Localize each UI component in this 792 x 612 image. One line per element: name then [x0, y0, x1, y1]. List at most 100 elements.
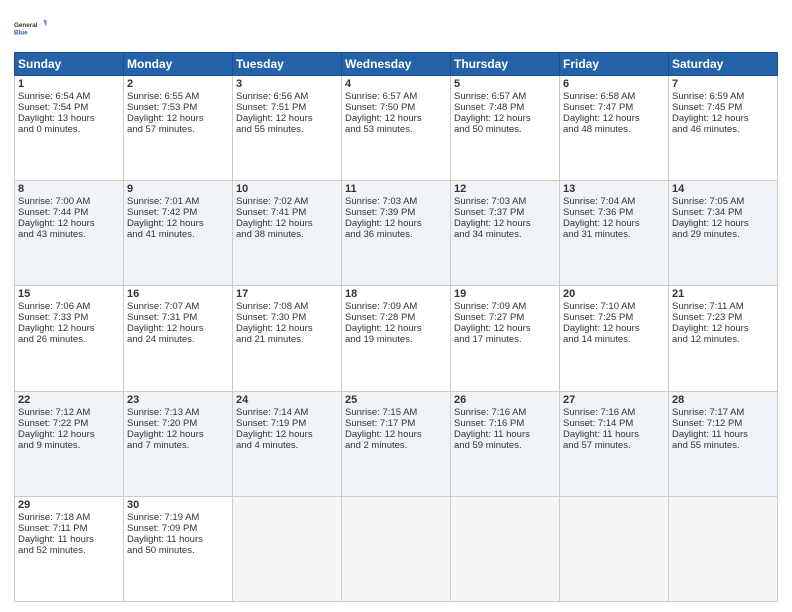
day-info-line: and 57 minutes.	[563, 440, 665, 451]
calendar-cell: 29Sunrise: 7:18 AMSunset: 7:11 PMDayligh…	[15, 496, 124, 601]
day-info-line: Sunset: 7:31 PM	[127, 312, 229, 323]
col-header-sunday: Sunday	[15, 53, 124, 76]
col-header-wednesday: Wednesday	[342, 53, 451, 76]
day-info-line: Sunset: 7:09 PM	[127, 523, 229, 534]
day-info-line: Daylight: 12 hours	[18, 323, 120, 334]
day-info-line: Sunrise: 7:02 AM	[236, 196, 338, 207]
day-number: 14	[672, 183, 774, 195]
day-info-line: Sunrise: 7:12 AM	[18, 407, 120, 418]
svg-text:General: General	[14, 22, 38, 29]
calendar-cell: 27Sunrise: 7:16 AMSunset: 7:14 PMDayligh…	[560, 391, 669, 496]
day-info-line: Sunset: 7:27 PM	[454, 312, 556, 323]
day-info-line: Sunset: 7:45 PM	[672, 102, 774, 113]
calendar-cell: 6Sunrise: 6:58 AMSunset: 7:47 PMDaylight…	[560, 76, 669, 181]
calendar-cell	[560, 496, 669, 601]
day-info-line: Sunset: 7:41 PM	[236, 207, 338, 218]
day-info-line: Sunrise: 6:58 AM	[563, 91, 665, 102]
day-info-line: Sunrise: 7:11 AM	[672, 301, 774, 312]
day-info-line: Daylight: 12 hours	[345, 323, 447, 334]
calendar-cell: 30Sunrise: 7:19 AMSunset: 7:09 PMDayligh…	[124, 496, 233, 601]
day-number: 13	[563, 183, 665, 195]
day-number: 20	[563, 288, 665, 300]
day-info-line: Daylight: 12 hours	[563, 113, 665, 124]
day-number: 10	[236, 183, 338, 195]
day-info-line: and 31 minutes.	[563, 229, 665, 240]
day-info-line: Sunset: 7:37 PM	[454, 207, 556, 218]
calendar-cell: 18Sunrise: 7:09 AMSunset: 7:28 PMDayligh…	[342, 286, 451, 391]
day-info-line: Daylight: 12 hours	[672, 113, 774, 124]
day-number: 5	[454, 78, 556, 90]
calendar-cell: 28Sunrise: 7:17 AMSunset: 7:12 PMDayligh…	[669, 391, 778, 496]
day-info-line: Daylight: 12 hours	[454, 113, 556, 124]
day-info-line: Sunrise: 7:01 AM	[127, 196, 229, 207]
logo: GeneralBlue	[14, 10, 50, 46]
day-number: 6	[563, 78, 665, 90]
day-info-line: and 48 minutes.	[563, 124, 665, 135]
day-info-line: Daylight: 12 hours	[563, 323, 665, 334]
col-header-monday: Monday	[124, 53, 233, 76]
day-info-line: and 46 minutes.	[672, 124, 774, 135]
calendar-cell: 10Sunrise: 7:02 AMSunset: 7:41 PMDayligh…	[233, 181, 342, 286]
day-info-line: Sunset: 7:12 PM	[672, 418, 774, 429]
day-info-line: Daylight: 12 hours	[345, 218, 447, 229]
col-header-friday: Friday	[560, 53, 669, 76]
day-info-line: Sunset: 7:39 PM	[345, 207, 447, 218]
day-info-line: Sunrise: 7:09 AM	[454, 301, 556, 312]
day-info-line: and 29 minutes.	[672, 229, 774, 240]
day-info-line: Daylight: 12 hours	[672, 323, 774, 334]
day-info-line: Sunset: 7:47 PM	[563, 102, 665, 113]
day-info-line: and 52 minutes.	[18, 545, 120, 556]
day-number: 4	[345, 78, 447, 90]
day-info-line: Sunrise: 6:56 AM	[236, 91, 338, 102]
day-info-line: Sunrise: 7:14 AM	[236, 407, 338, 418]
day-info-line: and 21 minutes.	[236, 334, 338, 345]
day-info-line: Sunrise: 6:55 AM	[127, 91, 229, 102]
calendar-cell: 16Sunrise: 7:07 AMSunset: 7:31 PMDayligh…	[124, 286, 233, 391]
day-info-line: Daylight: 11 hours	[454, 429, 556, 440]
day-number: 11	[345, 183, 447, 195]
day-number: 1	[18, 78, 120, 90]
day-info-line: Daylight: 12 hours	[127, 113, 229, 124]
day-info-line: Sunrise: 7:16 AM	[563, 407, 665, 418]
day-info-line: Daylight: 12 hours	[454, 218, 556, 229]
calendar-cell: 15Sunrise: 7:06 AMSunset: 7:33 PMDayligh…	[15, 286, 124, 391]
calendar-cell	[342, 496, 451, 601]
svg-text:Blue: Blue	[14, 29, 28, 36]
calendar-cell: 12Sunrise: 7:03 AMSunset: 7:37 PMDayligh…	[451, 181, 560, 286]
day-info-line: and 9 minutes.	[18, 440, 120, 451]
day-info-line: Daylight: 12 hours	[127, 429, 229, 440]
day-info-line: Daylight: 11 hours	[18, 534, 120, 545]
day-info-line: and 50 minutes.	[127, 545, 229, 556]
calendar-cell: 7Sunrise: 6:59 AMSunset: 7:45 PMDaylight…	[669, 76, 778, 181]
day-info-line: and 59 minutes.	[454, 440, 556, 451]
day-info-line: Daylight: 12 hours	[18, 218, 120, 229]
calendar-cell	[233, 496, 342, 601]
day-number: 27	[563, 394, 665, 406]
calendar-cell: 3Sunrise: 6:56 AMSunset: 7:51 PMDaylight…	[233, 76, 342, 181]
day-info-line: Daylight: 11 hours	[672, 429, 774, 440]
day-number: 19	[454, 288, 556, 300]
day-info-line: Sunset: 7:51 PM	[236, 102, 338, 113]
page: GeneralBlue SundayMondayTuesdayWednesday…	[0, 0, 792, 612]
day-info-line: Daylight: 12 hours	[127, 218, 229, 229]
calendar-cell: 21Sunrise: 7:11 AMSunset: 7:23 PMDayligh…	[669, 286, 778, 391]
calendar-cell: 22Sunrise: 7:12 AMSunset: 7:22 PMDayligh…	[15, 391, 124, 496]
day-number: 26	[454, 394, 556, 406]
calendar-cell: 2Sunrise: 6:55 AMSunset: 7:53 PMDaylight…	[124, 76, 233, 181]
calendar-cell: 4Sunrise: 6:57 AMSunset: 7:50 PMDaylight…	[342, 76, 451, 181]
day-info-line: and 7 minutes.	[127, 440, 229, 451]
day-info-line: Sunset: 7:50 PM	[345, 102, 447, 113]
day-number: 24	[236, 394, 338, 406]
day-info-line: and 53 minutes.	[345, 124, 447, 135]
day-info-line: and 55 minutes.	[672, 440, 774, 451]
day-number: 21	[672, 288, 774, 300]
day-info-line: Daylight: 12 hours	[454, 323, 556, 334]
day-info-line: Daylight: 13 hours	[18, 113, 120, 124]
calendar-cell: 13Sunrise: 7:04 AMSunset: 7:36 PMDayligh…	[560, 181, 669, 286]
day-info-line: and 38 minutes.	[236, 229, 338, 240]
day-info-line: Sunrise: 7:08 AM	[236, 301, 338, 312]
calendar-cell: 8Sunrise: 7:00 AMSunset: 7:44 PMDaylight…	[15, 181, 124, 286]
col-header-thursday: Thursday	[451, 53, 560, 76]
day-number: 22	[18, 394, 120, 406]
day-number: 8	[18, 183, 120, 195]
